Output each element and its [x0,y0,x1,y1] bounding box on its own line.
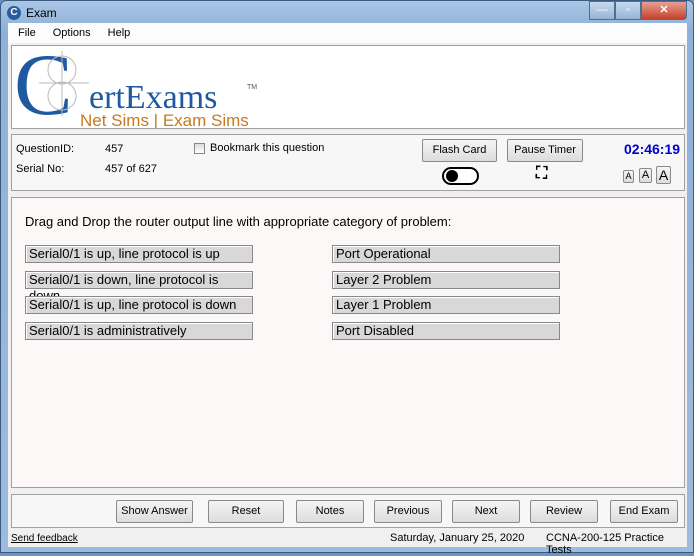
window: C Exam — ▫ ✕ File Options Help C ertExam… [0,0,694,556]
serial-value: 457 of 627 [105,163,157,175]
drop-target[interactable]: Layer 1 Problem [332,296,560,314]
drag-item[interactable]: Serial0/1 is administratively [25,322,253,340]
menu-help[interactable]: Help [108,27,131,39]
font-small-button[interactable]: A [623,170,634,183]
flash-card-toggle[interactable] [442,167,479,185]
bookmark-label[interactable]: Bookmark this question [210,142,324,154]
svg-text:TM: TM [247,84,257,91]
font-large-button[interactable]: A [656,166,671,184]
drop-target[interactable]: Port Operational [332,245,560,263]
drop-target[interactable]: Port Disabled [332,322,560,340]
reset-button[interactable]: Reset [208,500,284,523]
font-medium-button[interactable]: A [639,168,652,183]
button-panel: Show Answer Reset Notes Previous Next Re… [11,494,685,528]
question-panel: Drag and Drop the router output line wit… [11,197,685,488]
show-answer-button[interactable]: Show Answer [116,500,193,523]
drag-item[interactable]: Serial0/1 is down, line protocol is down [25,271,253,303]
close-button[interactable]: ✕ [641,1,687,20]
flash-card-button[interactable]: Flash Card [422,139,497,162]
status-bar: Send feedback Saturday, January 25, 2020… [8,529,687,556]
next-button[interactable]: Next [452,500,520,523]
svg-text:Net Sims | Exam Sims: Net Sims | Exam Sims [80,111,249,128]
question-id-value: 457 [105,143,124,155]
drag-item[interactable]: Serial0/1 is up, line protocol is down [25,296,253,314]
review-button[interactable]: Review [530,500,598,523]
drop-target[interactable]: Layer 2 Problem [332,271,560,289]
certexams-logo: C ertExams TM Net Sims | Exam Sims [14,46,257,128]
question-prompt: Drag and Drop the router output line wit… [25,214,452,229]
menu-options[interactable]: Options [53,27,91,39]
end-exam-button[interactable]: End Exam [610,500,678,523]
notes-button[interactable]: Notes [296,500,364,523]
svg-text:C: C [14,46,73,128]
bookmark-checkbox[interactable] [194,143,205,154]
app-icon: C [7,6,21,20]
menu-file[interactable]: File [18,27,36,39]
previous-button[interactable]: Previous [374,500,442,523]
info-panel: QuestionID: 457 Serial No: 457 of 627 Bo… [11,134,685,191]
pause-timer-button[interactable]: Pause Timer [507,139,583,162]
send-feedback-link[interactable]: Send feedback [11,533,78,544]
title-bar: C Exam [7,4,57,22]
serial-label: Serial No: [16,163,65,175]
minimize-button[interactable]: — [589,1,615,20]
status-date: Saturday, January 25, 2020 [390,532,525,544]
timer: 02:46:19 [624,141,681,157]
maximize-button[interactable]: ▫ [615,1,641,20]
fullscreen-icon[interactable]: ⛶ [536,165,547,183]
window-title: Exam [26,6,57,20]
drag-item[interactable]: Serial0/1 is up, line protocol is up [25,245,253,263]
question-id-label: QuestionID: [16,143,75,155]
menu-bar: File Options Help [8,23,687,43]
logo-panel: C ertExams TM Net Sims | Exam Sims [11,45,685,129]
status-product: CCNA-200-125 Practice Tests [546,532,664,556]
